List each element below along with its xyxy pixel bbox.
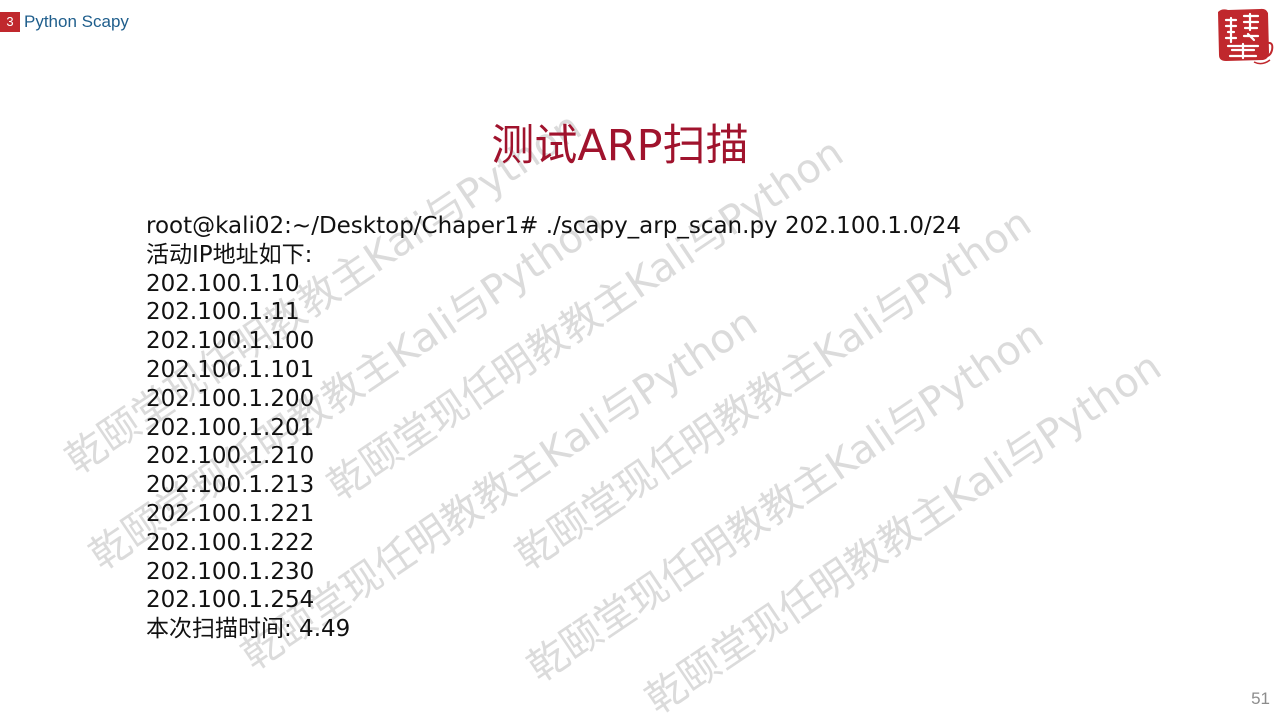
ip-line: 202.100.1.11 [146,299,300,326]
ip-line: 202.100.1.200 [146,385,315,412]
ip-line: 202.100.1.100 [146,328,315,355]
ip-line: 202.100.1.230 [146,558,315,585]
scan-time-line: 本次扫描时间: 4.49 [146,616,351,643]
ip-line: 202.100.1.101 [146,356,315,383]
ip-line: 202.100.1.221 [146,500,315,527]
ip-line: 202.100.1.10 [146,270,300,297]
slide-number-badge: 3 [0,12,20,32]
terminal-output: root@kali02:~/Desktop/Chaper1# ./scapy_a… [146,212,961,644]
page-number: 51 [1251,689,1270,708]
active-ip-label: 活动IP地址如下: [146,241,313,268]
slide-title: 测试ARP扫描 [491,121,749,171]
seal-stamp-icon [1218,8,1274,65]
ip-line: 202.100.1.201 [146,414,315,441]
ip-line: 202.100.1.254 [146,587,315,614]
command-line: root@kali02:~/Desktop/Chaper1# ./scapy_a… [146,213,961,239]
ip-line: 202.100.1.222 [146,529,315,556]
ip-line: 202.100.1.210 [146,443,315,470]
ip-line: 202.100.1.213 [146,472,315,499]
section-title: Python Scapy [24,12,129,31]
